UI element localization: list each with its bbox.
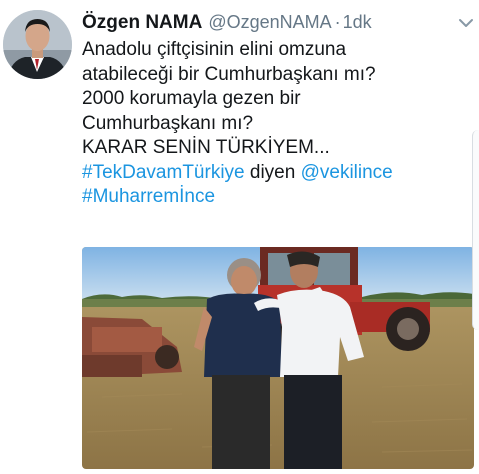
tweet-header: Özgen NAMA @OzgenNAMA · 1dk xyxy=(82,12,372,36)
tweet-word: diyen xyxy=(249,161,296,183)
timestamp[interactable]: 1dk xyxy=(343,12,372,33)
photo-image xyxy=(82,247,474,469)
avatar-image xyxy=(3,10,72,79)
tweet-line: #Muharremİnce xyxy=(82,185,474,210)
avatar[interactable] xyxy=(3,10,72,79)
tweet-line: Cumhurbaşkanı mı? xyxy=(82,112,254,134)
tweet-text: Anadolu çiftçisinin elini omzuna atabile… xyxy=(82,38,474,210)
tweet-photo[interactable] xyxy=(82,247,474,469)
tweet-line: KARAR SENİN TÜRKİYEM... xyxy=(82,137,330,158)
separator-dot: · xyxy=(334,12,341,32)
chevron-down-icon[interactable] xyxy=(458,16,474,28)
adjacent-panel-edge xyxy=(472,130,479,330)
author-handle[interactable]: @OzgenNAMA xyxy=(208,12,331,33)
tweet-line: atabileceği bir Cumhurbaşkanı mı? xyxy=(82,63,376,85)
author-name[interactable]: Özgen NAMA xyxy=(82,12,202,34)
hashtag-link[interactable]: #TekDavamTürkiye xyxy=(82,162,245,183)
tweet-line: #TekDavamTürkiye diyen @vekilince xyxy=(82,161,474,186)
hashtag-link[interactable]: #Muharremİnce xyxy=(82,186,215,207)
tweet-line: Anadolu çiftçisinin elini omzuna xyxy=(82,39,347,60)
tweet-line: 2000 korumayla gezen bir xyxy=(82,88,301,109)
mention-link[interactable]: @vekilince xyxy=(301,162,393,183)
